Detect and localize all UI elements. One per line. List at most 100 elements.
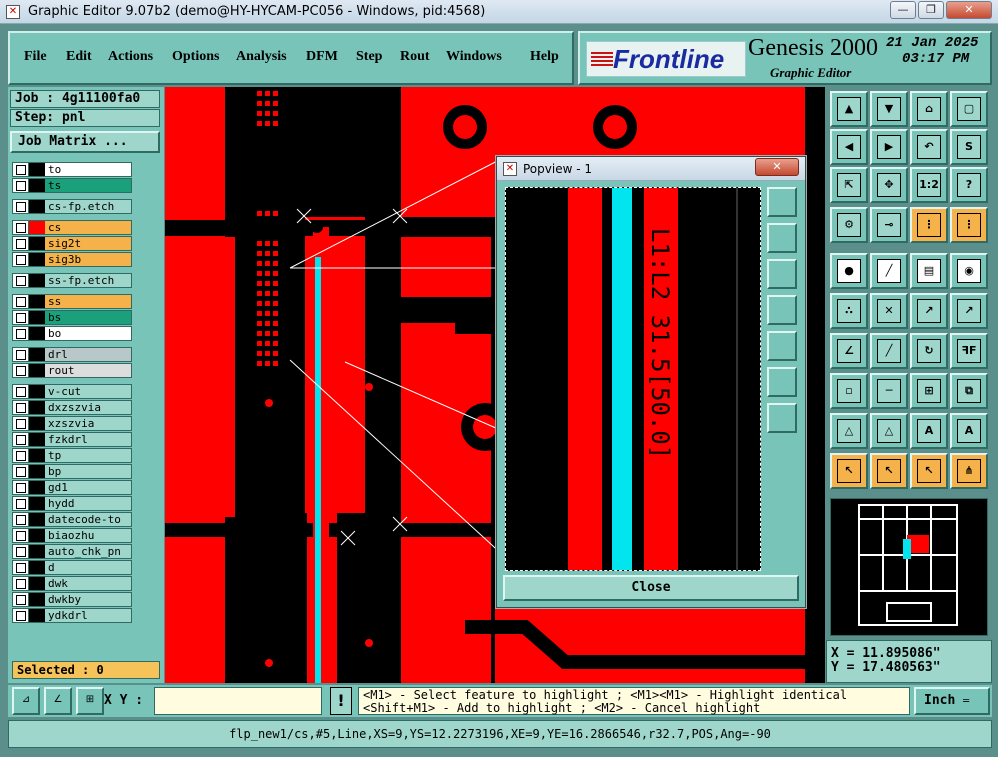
layer-row[interactable]: drl xyxy=(12,347,132,362)
layer-row[interactable]: sig3b xyxy=(12,252,132,267)
trim-button[interactable]: ─ xyxy=(870,373,908,409)
job-matrix-button[interactable]: Job Matrix ... xyxy=(10,131,160,153)
redraw-button[interactable]: S xyxy=(950,129,988,165)
menu-actions[interactable]: Actions xyxy=(108,49,153,65)
units-select[interactable]: Inch ═ xyxy=(914,687,990,715)
pan-up-button[interactable]: ▲ xyxy=(830,91,868,127)
popview-move-up-button[interactable] xyxy=(767,223,797,253)
layer-checkbox[interactable] xyxy=(13,385,29,398)
layer-row[interactable]: bs xyxy=(12,310,132,325)
popview-move-right-button[interactable] xyxy=(767,331,797,361)
menu-dfm[interactable]: DFM xyxy=(306,49,338,65)
minimize-button[interactable]: — xyxy=(890,1,916,19)
layer-row[interactable]: rout xyxy=(12,363,132,378)
layer-checkbox[interactable] xyxy=(13,593,29,606)
measure-button[interactable]: ⊸ xyxy=(870,207,908,243)
group-button[interactable]: ⧉ xyxy=(950,373,988,409)
help-button[interactable]: ? xyxy=(950,167,988,203)
snap-alt-button[interactable]: ⋮ xyxy=(950,207,988,243)
layer-checkbox[interactable] xyxy=(13,348,29,361)
popview-move-left-button[interactable] xyxy=(767,295,797,325)
split-button[interactable]: ⊞ xyxy=(910,373,948,409)
zoom-out-button[interactable]: ⇱ xyxy=(830,167,868,203)
mirror-button[interactable]: ꟻF xyxy=(950,333,988,369)
menu-edit[interactable]: Edit xyxy=(66,49,92,65)
popview-move-down-button[interactable] xyxy=(767,259,797,289)
layer-row[interactable]: xzszvia xyxy=(12,416,132,431)
pan-left-button[interactable]: ◀ xyxy=(830,129,868,165)
layer-checkbox[interactable] xyxy=(13,274,29,287)
pan-down-button[interactable]: ▼ xyxy=(870,91,908,127)
add-pad-button[interactable]: ● xyxy=(830,253,868,289)
layer-checkbox[interactable] xyxy=(13,577,29,590)
angle-button[interactable]: ∠ xyxy=(830,333,868,369)
resize-button[interactable]: ▫ xyxy=(830,373,868,409)
layer-checkbox[interactable] xyxy=(13,561,29,574)
layer-row[interactable]: gd1 xyxy=(12,480,132,495)
arc-button[interactable]: △ xyxy=(830,413,868,449)
menu-options[interactable]: Options xyxy=(172,49,219,65)
layer-row[interactable]: datecode-to xyxy=(12,512,132,527)
layer-row[interactable]: bp xyxy=(12,464,132,479)
layer-row[interactable]: hydd xyxy=(12,496,132,511)
undo-view-button[interactable]: ↶ xyxy=(910,129,948,165)
layer-row[interactable]: biaozhu xyxy=(12,528,132,543)
layer-row[interactable]: ss xyxy=(12,294,132,309)
alert-button[interactable]: ! xyxy=(330,687,352,715)
rotate-button[interactable]: ↻ xyxy=(910,333,948,369)
layer-row[interactable]: ss-fp.etch xyxy=(12,273,132,288)
layer-checkbox[interactable] xyxy=(13,311,29,324)
layer-checkbox[interactable] xyxy=(13,401,29,414)
layer-row[interactable]: auto_chk_pn xyxy=(12,544,132,559)
layer-checkbox[interactable] xyxy=(13,433,29,446)
arc-end-button[interactable]: A xyxy=(950,413,988,449)
layer-row[interactable]: d xyxy=(12,560,132,575)
settings-button[interactable]: ⚙ xyxy=(830,207,868,243)
window-view-button[interactable]: ▢ xyxy=(950,91,988,127)
copy-button[interactable]: ↗ xyxy=(950,293,988,329)
layer-checkbox[interactable] xyxy=(13,481,29,494)
layer-checkbox[interactable] xyxy=(13,200,29,213)
snap-button[interactable]: ⋮ xyxy=(910,207,948,243)
layer-row[interactable]: tp xyxy=(12,448,132,463)
layer-checkbox[interactable] xyxy=(13,465,29,478)
layer-row[interactable]: sig2t xyxy=(12,236,132,251)
zoom-in-button[interactable]: ✥ xyxy=(870,167,908,203)
add-line-button[interactable]: ╱ xyxy=(870,253,908,289)
snap-mode-button[interactable]: ⊿ xyxy=(12,687,40,715)
layer-row[interactable]: dwk xyxy=(12,576,132,591)
layer-row[interactable]: fzkdrl xyxy=(12,432,132,447)
select-alt-button[interactable]: ↖ xyxy=(870,453,908,489)
menu-rout[interactable]: Rout xyxy=(400,49,430,65)
close-window-button[interactable]: ✕ xyxy=(946,1,992,19)
angle-mode-button[interactable]: ∠ xyxy=(44,687,72,715)
layer-row[interactable]: ydkdrl xyxy=(12,608,132,623)
layer-row[interactable]: ts xyxy=(12,178,132,193)
delete-button[interactable]: ✕ xyxy=(870,293,908,329)
layer-checkbox[interactable] xyxy=(13,497,29,510)
grid-mode-button[interactable]: ⊞ xyxy=(76,687,104,715)
select-net-button[interactable]: ⋔ xyxy=(950,453,988,489)
select-button[interactable]: ↖ xyxy=(830,453,868,489)
layer-checkbox[interactable] xyxy=(13,513,29,526)
layer-checkbox[interactable] xyxy=(13,417,29,430)
layer-row[interactable]: cs-fp.etch xyxy=(12,199,132,214)
menu-windows[interactable]: Windows xyxy=(446,49,502,65)
popview-zoom-in-button[interactable] xyxy=(767,367,797,397)
popview-close-button[interactable]: Close xyxy=(503,575,799,601)
layer-checkbox[interactable] xyxy=(13,253,29,266)
layer-checkbox[interactable] xyxy=(13,327,29,340)
layer-checkbox[interactable] xyxy=(13,449,29,462)
connect-button[interactable]: ∴ xyxy=(830,293,868,329)
layer-checkbox[interactable] xyxy=(13,529,29,542)
layer-checkbox[interactable] xyxy=(13,221,29,234)
layer-checkbox[interactable] xyxy=(13,364,29,377)
layer-checkbox[interactable] xyxy=(13,237,29,250)
ruler-button[interactable]: ▤ xyxy=(910,253,948,289)
menu-analysis[interactable]: Analysis xyxy=(236,49,287,65)
home-button[interactable]: ⌂ xyxy=(910,91,948,127)
arc-center-button[interactable]: A xyxy=(910,413,948,449)
layer-row[interactable]: dwkby xyxy=(12,592,132,607)
layer-checkbox[interactable] xyxy=(13,179,29,192)
layer-checkbox[interactable] xyxy=(13,545,29,558)
